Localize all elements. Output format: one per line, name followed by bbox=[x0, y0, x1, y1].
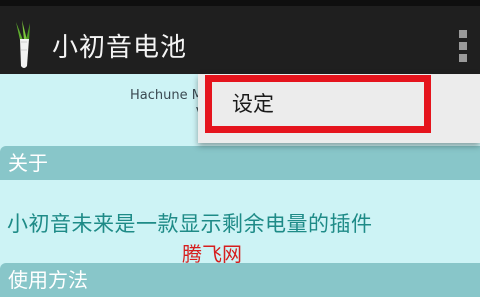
usage-section-header: 使用方法 bbox=[0, 263, 480, 297]
overflow-menu-icon bbox=[459, 42, 467, 50]
settings-highlight-box bbox=[205, 75, 431, 133]
app-title: 小初音电池 bbox=[52, 33, 188, 63]
overflow-menu-icon bbox=[459, 54, 467, 62]
leek-icon[interactable] bbox=[10, 20, 38, 70]
action-bar: 小初音电池 bbox=[0, 6, 480, 74]
overflow-menu-button[interactable] bbox=[452, 26, 474, 66]
app-header-subtitle: Hachune M bbox=[130, 88, 203, 103]
about-description: 小初音未来是一款显示剩余电量的插件 bbox=[7, 212, 373, 236]
about-section-header: 关于 bbox=[0, 146, 480, 180]
overflow-menu-icon bbox=[459, 30, 467, 38]
